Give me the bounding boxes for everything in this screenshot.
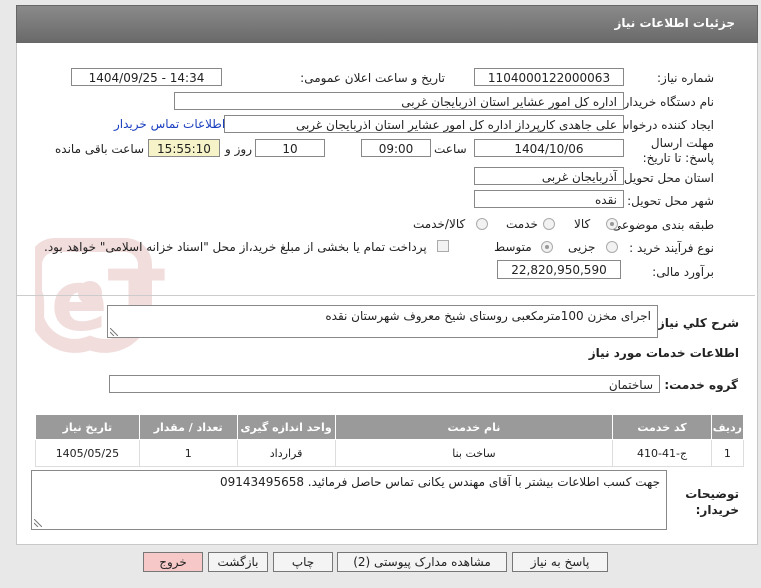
col-name: نام خدمت [334, 414, 614, 440]
service-group-label: گروه خدمت: [664, 378, 738, 392]
col-unit: واحد اندازه گیری [236, 414, 336, 440]
resize-grip-icon [110, 328, 118, 336]
announce-field: 1404/09/25 - 14:34 [71, 68, 222, 86]
service-group-field: ساختمان [109, 375, 660, 393]
category-service-label: خدمت [506, 217, 538, 231]
buyer-field: اداره کل امور عشایر استان اذربایجان غربی [174, 92, 624, 110]
section-divider [17, 295, 755, 296]
services-section-title: اطلاعات خدمات مورد نیاز [588, 346, 739, 360]
cell-code: ج-41-410 [612, 439, 712, 467]
deadline-label: مهلت ارسال پاسخ: تا تاریخ: [642, 136, 714, 165]
print-button[interactable]: چاپ [273, 552, 333, 572]
category-label: طبقه بندی موضوعی: [607, 218, 714, 232]
remaining-time-field: 15:55:10 [148, 139, 220, 157]
buyer-notes-label: توضیحات خریدار: [685, 487, 739, 517]
cell-date: 1405/05/25 [35, 439, 140, 467]
process-medium-label: متوسط [494, 240, 532, 254]
col-date: تاریخ نیاز [35, 414, 140, 440]
process-label: نوع فرآیند خرید : [629, 241, 714, 255]
buyer-contact-link[interactable]: اطلاعات تماس خریدار [114, 117, 225, 131]
exit-button[interactable]: خروج [143, 552, 203, 572]
creator-field: علی جاهدی کارپرداز اداره کل امور عشایر ا… [224, 115, 624, 133]
remaining-label: ساعت باقی مانده [55, 142, 145, 156]
attachments-button[interactable]: مشاهده مدارک پیوستی (2) [337, 552, 507, 572]
days-label: روز و [225, 142, 252, 156]
category-goods-service-label: کالا/خدمت [413, 217, 466, 231]
cell-name: ساخت بنا [334, 439, 614, 467]
buyer-notes-textarea[interactable]: جهت کسب اطلاعات بیشتر با آقای مهندس یکان… [31, 470, 667, 530]
category-goods-label: کالا [574, 217, 591, 231]
page-title: جزئیات اطلاعات نیاز [614, 16, 735, 30]
services-table: ردیف کد خدمت نام خدمت واحد اندازه گیری ت… [35, 414, 745, 467]
category-goods-radio[interactable] [606, 218, 618, 230]
treasury-payment-checkbox[interactable] [437, 240, 449, 252]
budget-field: 22,820,950,590 [497, 260, 621, 279]
col-row: ردیف [710, 414, 745, 440]
reply-button[interactable]: پاسخ به نیاز [512, 552, 608, 572]
budget-label: برآورد مالی: [652, 265, 714, 279]
description-label: شرح کلي نياز: [653, 316, 739, 330]
category-goods-service-radio[interactable] [476, 218, 488, 230]
deadline-date-field: 1404/10/06 [474, 139, 624, 157]
col-code: کد خدمت [612, 414, 712, 440]
deadline-time-field: 09:00 [361, 139, 431, 157]
announce-label: تاریخ و ساعت اعلان عمومی: [300, 71, 445, 85]
col-quantity: تعداد / مقدار [138, 414, 238, 440]
province-field: آذربایجان غربی [474, 167, 624, 185]
description-textarea[interactable]: اجرای مخزن 100مترمکعبی روستای شیخ معروف … [107, 305, 658, 338]
need-number-field: 1104000122000063 [474, 68, 624, 86]
table-header-row: ردیف کد خدمت نام خدمت واحد اندازه گیری ت… [35, 414, 745, 440]
payment-note: پرداخت تمام یا بخشی از مبلغ خرید،از محل … [44, 240, 427, 254]
back-button[interactable]: بازگشت [208, 552, 268, 572]
resize-grip-icon [34, 519, 42, 527]
process-minor-radio[interactable] [606, 241, 618, 253]
buyer-label: نام دستگاه خریدار: [619, 95, 715, 109]
cell-unit: قرارداد [236, 439, 336, 467]
process-minor-label: جزیی [568, 240, 596, 254]
process-medium-radio[interactable] [541, 241, 553, 253]
province-label: استان محل تحویل: [619, 171, 714, 185]
city-label: شهر محل تحویل: [627, 194, 714, 208]
category-service-radio[interactable] [543, 218, 555, 230]
cell-row: 1 [710, 439, 745, 467]
cell-quantity: 1 [138, 439, 238, 467]
deadline-time-label: ساعت [434, 142, 467, 156]
need-number-label: شماره نیاز: [657, 71, 714, 85]
city-field: نقده [474, 190, 624, 208]
days-field: 10 [255, 139, 325, 157]
table-row: 1 ج-41-410 ساخت بنا قرارداد 1 1405/05/25 [35, 439, 745, 467]
page-header: جزئیات اطلاعات نیاز [16, 5, 758, 43]
